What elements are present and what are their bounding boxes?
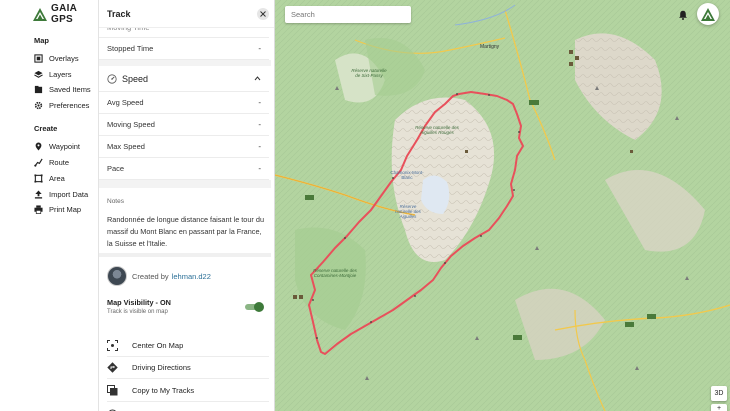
nav-item-label: Overlays	[49, 53, 79, 63]
nav-item-route[interactable]: Route	[34, 156, 69, 168]
close-icon	[260, 11, 266, 17]
copy-to-my-tracks-button[interactable]: Copy to My Tracks	[107, 380, 269, 402]
upload-icon	[34, 189, 43, 199]
stat-value: -	[258, 44, 261, 53]
stat-row-max-speed: Max Speed -	[99, 136, 269, 158]
map-pin-icon	[35, 142, 42, 151]
stat-row-pace: Pace -	[99, 158, 269, 180]
stat-value: -	[258, 164, 261, 173]
gear-icon	[34, 101, 43, 109]
stat-label: Max Speed	[107, 142, 145, 151]
nav-item-label: Route	[49, 157, 70, 167]
speed-section-title: Speed	[122, 73, 149, 84]
map-visibility-title: Map Visibility - ON	[107, 298, 171, 307]
map-label-martigny: Martigny	[480, 44, 500, 50]
directions-icon	[107, 362, 118, 373]
map-search-box[interactable]	[285, 6, 411, 23]
nav-item-overlays[interactable]: Overlays	[34, 52, 79, 64]
more-actions[interactable]	[107, 403, 269, 411]
stat-label: Avg Speed	[107, 98, 144, 107]
copy-icon	[107, 385, 118, 396]
stat-value: -	[258, 120, 261, 129]
nav-item-label: Preferences	[49, 100, 90, 110]
chevron-up-icon	[254, 76, 261, 81]
nav-item-label: Saved Items	[49, 84, 91, 94]
gaia-logo-icon	[701, 7, 715, 21]
speed-section-header[interactable]: Speed	[99, 66, 269, 92]
center-on-map-button[interactable]: Center On Map	[107, 335, 269, 357]
search-input[interactable]	[291, 10, 401, 19]
nav-item-label: Waypoint	[49, 141, 80, 151]
creator-link[interactable]: lehman.d22	[172, 272, 211, 281]
speedometer-icon	[107, 73, 117, 84]
section-divider	[99, 180, 271, 188]
action-label: Copy to My Tracks	[132, 386, 195, 395]
close-button[interactable]	[257, 8, 269, 20]
stat-value: -	[258, 142, 261, 151]
stat-label: Pace	[107, 164, 125, 173]
nav-item-label: Print Map	[49, 204, 82, 214]
map-section-title: Map	[34, 36, 49, 45]
left-navigation: GAIA GPS Map Overlays Layers Saved Items…	[0, 0, 99, 411]
section-divider	[99, 253, 271, 257]
layers-icon	[34, 70, 43, 78]
map-view[interactable]: Martigny Réserve naturelle de Sixt-Passy…	[275, 0, 730, 411]
nav-item-waypoint[interactable]: Waypoint	[34, 140, 80, 152]
nav-item-label: Import Data	[49, 189, 89, 199]
stat-row-avg-speed: Avg Speed -	[99, 92, 269, 114]
stat-value: -	[258, 98, 261, 107]
gaia-logo-icon	[33, 8, 47, 21]
stat-label: Moving Speed	[107, 120, 155, 129]
nav-item-import-data[interactable]: Import Data	[34, 188, 88, 200]
brand[interactable]: GAIA GPS	[0, 0, 98, 28]
driving-directions-button[interactable]: Driving Directions	[107, 357, 269, 379]
map-label-reserve-sixt: Réserve naturelle de Sixt-Passy	[351, 68, 387, 78]
notes-text: Randonnée de longue distance faisant le …	[107, 215, 265, 248]
3d-toggle-button[interactable]: 3D	[711, 386, 727, 401]
nav-item-layers[interactable]: Layers	[34, 68, 72, 80]
notes-label: Notes	[107, 198, 124, 205]
nav-item-preferences[interactable]: Preferences	[34, 99, 89, 111]
track-panel: Track Moving Time Stopped Time - Speed A…	[99, 0, 275, 411]
action-label: Driving Directions	[132, 363, 191, 372]
saved-items-icon	[34, 85, 43, 93]
action-label: Center On Map	[132, 341, 184, 350]
map-label-chamonix: Chamonix-Mont-Blanc	[390, 170, 424, 180]
stat-label: Stopped Time	[107, 44, 154, 53]
map-visibility-subtitle: Track is visible on map	[107, 309, 168, 315]
nav-item-print-map[interactable]: Print Map	[34, 203, 81, 215]
bell-icon[interactable]	[678, 10, 688, 20]
panel-title: Track	[107, 8, 131, 19]
avatar	[107, 266, 127, 286]
created-by-label: Created by	[132, 271, 169, 281]
stat-row-moving-speed: Moving Speed -	[99, 114, 269, 136]
terrain-map	[275, 0, 730, 411]
area-icon	[34, 173, 43, 183]
map-label-reserve-contamines: Réserve naturelle des Contamines-Montjoi…	[313, 268, 357, 278]
account-button[interactable]	[697, 3, 719, 25]
nav-item-label: Area	[49, 173, 65, 183]
zoom-in-button[interactable]: +	[711, 404, 727, 411]
printer-icon	[34, 204, 43, 214]
brand-name: GAIA GPS	[51, 3, 77, 25]
create-section-title: Create	[34, 124, 58, 133]
map-visibility-toggle[interactable]	[245, 302, 264, 312]
panel-header: Track	[99, 0, 274, 28]
overlays-icon	[34, 53, 43, 63]
route-icon	[34, 158, 43, 167]
creator-info: Created by lehman.d22	[107, 266, 211, 286]
stat-row-stopped-time: Stopped Time -	[99, 38, 269, 60]
center-icon	[107, 340, 118, 351]
nav-item-area[interactable]: Area	[34, 172, 65, 184]
map-label-reserve-aiguilles: Réserve naturelle des Aiguilles Rouges	[415, 125, 459, 135]
map-label-reserve-aiguilles-short: Réserve naturelle des Aiguilles	[395, 204, 421, 219]
nav-item-label: Layers	[49, 69, 72, 79]
nav-item-saved-items[interactable]: Saved Items	[34, 83, 91, 95]
toggle-knob	[254, 302, 264, 312]
